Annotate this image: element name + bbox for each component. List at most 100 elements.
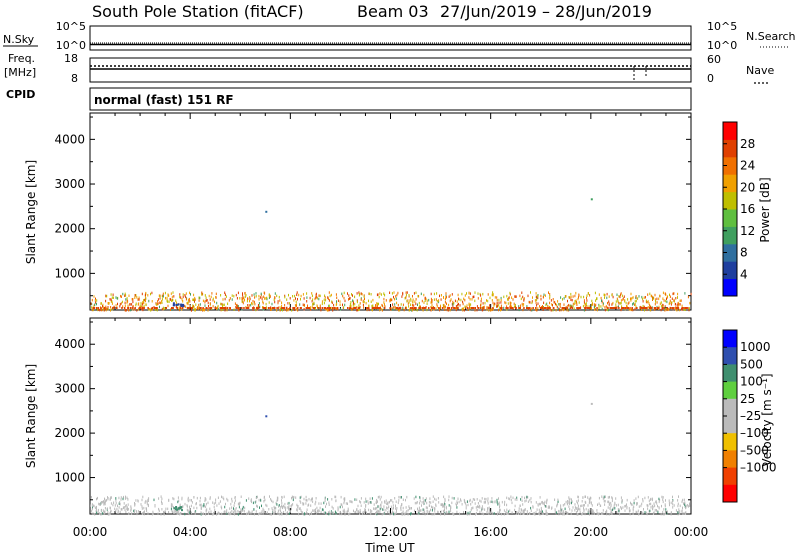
range-gate-echo [275,507,276,510]
range-gate-echo [563,307,566,309]
range-gate-echo [134,294,136,297]
range-gate-echo [480,297,482,301]
range-gate-echo [690,292,692,296]
range-gate-echo [347,307,349,309]
range-gate-echo [325,298,327,302]
range-gate-echo [513,305,515,308]
range-gate-echo [124,506,126,509]
range-gate-echo [372,298,374,302]
range-gate-echo [476,308,478,312]
range-gate-echo [329,308,330,312]
range-gate-echo [221,495,222,499]
range-gate-echo [263,307,266,309]
range-gate-echo [492,293,494,297]
range-gate-echo [195,303,197,306]
range-gate-echo [182,295,184,299]
range-gate-echo [340,495,342,499]
range-gate-echo [558,303,560,306]
range-gate-echo [426,302,428,305]
range-gate-echo [587,510,589,514]
range-gate-echo [271,302,273,306]
range-gate-echo [240,495,242,498]
range-gate-echo [524,496,525,500]
range-gate-echo [383,301,385,304]
range-gate-echo [685,307,687,309]
range-gate-echo [402,306,404,310]
range-gate-echo [426,299,428,303]
range-gate-echo [120,295,122,298]
range-gate-echo [377,509,379,513]
range-gate-echo [120,508,122,511]
range-gate-echo [467,307,469,309]
range-gate-echo [589,508,591,511]
range-gate-echo [562,308,564,312]
range-gate-echo [594,291,596,295]
range-gate-echo [530,497,532,500]
range-gate-echo [103,309,105,312]
range-gate-echo [362,303,364,307]
range-gate-echo [557,300,559,303]
range-gate-echo [649,509,651,513]
range-gate-echo [679,299,681,303]
range-gate-echo [96,508,97,511]
range-gate-echo [532,506,534,509]
range-gate-echo [280,506,282,509]
colorbar-segment [723,450,737,469]
range-gate-echo [650,307,653,309]
range-gate-echo [369,501,371,504]
range-gate-echo [544,307,547,309]
range-gate-echo [393,507,394,510]
range-gate-echo [570,512,572,515]
range-gate-echo [484,508,486,511]
range-gate-echo [173,295,175,298]
range-gate-echo [167,304,169,308]
range-gate-echo [604,500,606,503]
velocity-echo-field [90,402,691,516]
range-gate-echo [147,512,149,515]
range-gate-echo [318,502,320,505]
range-gate-echo [400,303,402,306]
range-gate-echo [469,298,471,301]
range-gate-echo [673,292,675,295]
range-gate-echo [478,505,480,509]
range-gate-echo [175,506,178,508]
range-gate-echo [563,303,565,306]
range-gate-echo [508,296,510,299]
range-gate-echo [208,510,210,514]
range-gate-echo [657,504,658,508]
range-gate-echo [241,297,243,301]
range-gate-echo [324,511,326,515]
range-gate-echo [258,294,260,298]
range-gate-echo [678,303,680,306]
range-gate-echo [435,503,437,506]
range-gate-echo [585,307,587,309]
range-gate-echo [470,503,472,506]
range-gate-echo [665,499,666,502]
range-gate-echo [255,510,257,513]
range-gate-echo [339,303,341,306]
range-gate-echo [521,499,523,502]
range-gate-echo [476,498,478,501]
range-gate-echo [403,308,405,312]
range-gate-echo [162,295,164,298]
range-gate-echo [324,499,326,503]
range-gate-echo [541,501,543,504]
range-gate-echo [503,295,505,299]
range-gate-echo [308,497,310,501]
range-gate-echo [172,291,174,294]
range-gate-echo [112,307,114,309]
range-gate-echo [92,512,94,515]
range-gate-echo [369,497,371,500]
nsearch-label: N.Search [746,30,796,43]
range-gate-echo [107,497,109,501]
range-gate-echo [360,298,362,301]
range-gate-echo [111,302,113,305]
range-gate-echo [281,307,283,309]
range-gate-echo [204,499,206,503]
range-gate-echo [431,304,433,307]
range-gate-echo [683,502,684,505]
range-gate-echo [310,512,312,515]
range-gate-echo [619,512,621,516]
range-gate-echo [563,510,565,513]
range-gate-echo [429,497,431,500]
